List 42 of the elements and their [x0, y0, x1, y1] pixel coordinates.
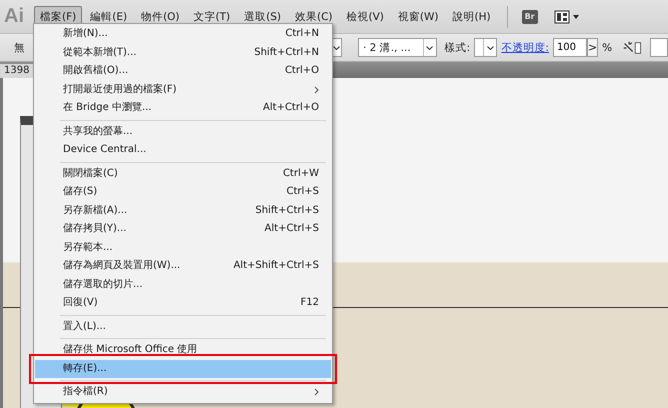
style-dropdown[interactable]	[474, 38, 498, 57]
menu-title[interactable]: 視窗(W)	[392, 6, 444, 28]
layout-icon[interactable]	[554, 10, 580, 24]
menu-item[interactable]: 儲存選取的切片...	[35, 276, 331, 294]
selection-label: 無	[14, 40, 25, 54]
menu-title[interactable]: 編輯(E)	[84, 6, 134, 28]
menu-item[interactable]: 另存新檔(A)... Shift+Ctrl+S	[35, 202, 331, 220]
menu-item[interactable]: 新增(N)... Ctrl+N	[35, 25, 331, 44]
menu-item[interactable]: 從範本新增(T)... Shift+Ctrl+N	[35, 44, 331, 62]
menu-item[interactable]: 回復(V) F12	[35, 294, 331, 312]
opacity-link[interactable]: 不透明度:	[501, 40, 549, 54]
percent-label: %	[602, 42, 612, 54]
opacity-arrow-button[interactable]: >	[586, 38, 598, 57]
wand-icon[interactable]	[622, 40, 642, 56]
menu-item[interactable]: 指令檔(R)	[35, 383, 331, 402]
menu-item[interactable]: 關閉檔案(C) Ctrl+W	[35, 164, 331, 183]
menu-item[interactable]: Device Central...	[35, 141, 331, 160]
menu-title[interactable]: 文字(T)	[188, 6, 236, 28]
opacity-field[interactable]: 100	[552, 38, 587, 57]
menu-item[interactable]: 轉存(E)...	[35, 360, 331, 378]
menu-title[interactable]: 選取(S)	[238, 6, 287, 28]
app-logo: Ai	[4, 5, 25, 28]
menu-title[interactable]: 效果(C)	[289, 6, 339, 28]
menu-item[interactable]: 另存範本...	[35, 238, 331, 257]
caret-icon	[426, 46, 434, 50]
menu-item[interactable]: 共享我的螢幕...	[35, 122, 331, 141]
menu-item[interactable]: 儲存為網頁及裝置用(W)... Alt+Shift+Ctrl+S	[35, 257, 331, 276]
menu-title[interactable]: 說明(H)	[446, 6, 497, 28]
brush-dropdown[interactable]: · 2 溝., ...	[358, 38, 437, 57]
menu-item[interactable]: 儲存拷貝(Y)... Alt+Ctrl+S	[35, 220, 331, 238]
caret-icon	[333, 46, 340, 50]
caret-icon	[486, 46, 494, 50]
menu-item[interactable]: 儲存(S) Ctrl+S	[35, 183, 331, 202]
menu-item[interactable]: 置入(L)...	[35, 318, 331, 336]
menu-title[interactable]: 物件(O)	[135, 6, 186, 28]
menu-item[interactable]: 打開最近使用過的檔案(F)	[35, 80, 331, 99]
bridge-button[interactable]: Br	[522, 10, 538, 24]
menu-title[interactable]: 檢視(V)	[340, 6, 390, 28]
menu-item[interactable]: 儲存供 Microsoft Office 使用	[35, 341, 331, 360]
style-label: 樣式:	[444, 40, 470, 54]
menu-item[interactable]: 在 Bridge 中瀏覽... Alt+Ctrl+O	[35, 99, 331, 118]
panel-field[interactable]	[650, 38, 668, 57]
